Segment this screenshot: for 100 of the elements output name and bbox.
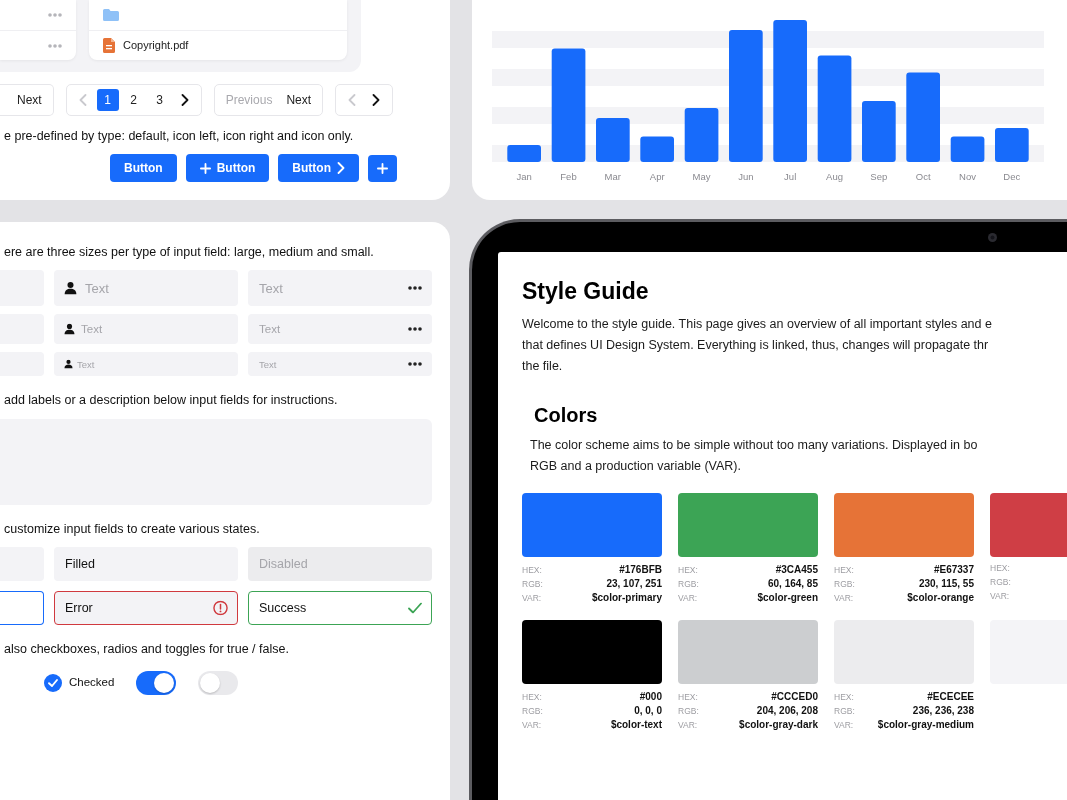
color-value: $color-orange [907, 590, 974, 605]
paragraph-line: the file. [522, 357, 563, 375]
chevron-left-icon [348, 94, 357, 106]
input-field[interactable]: Text [248, 314, 432, 345]
paragraph-line: The color scheme aims to be simple without too many variations. Displayed in bo [530, 436, 978, 454]
axis-label: Mar [604, 171, 621, 182]
color-value: $color-green [757, 590, 818, 605]
swatch-label: HEX: [522, 690, 542, 704]
swatch-label: VAR: [678, 718, 698, 732]
swatch-label: RGB: [990, 575, 1011, 589]
swatch-label: VAR: [990, 589, 1010, 603]
page-number-button[interactable]: 3 [148, 89, 171, 111]
swatch-label: VAR: [678, 591, 698, 605]
input-field[interactable]: Text [54, 314, 238, 345]
swatch-label: RGB: [678, 704, 699, 718]
swatch-label: RGB: [678, 577, 699, 591]
toggle-switch[interactable] [136, 671, 177, 695]
section-heading: Colors [534, 402, 598, 427]
axis-label: Jan [516, 171, 532, 182]
color-value: 23, 107, 251 [606, 576, 662, 591]
swatch-label: HEX: [678, 563, 698, 577]
chart-bar [862, 100, 896, 162]
swatch-label: VAR: [834, 591, 854, 605]
color-value: #CCCED0 [771, 689, 818, 704]
input-field[interactable]: Text [54, 352, 238, 377]
color-value: #3CA455 [775, 562, 818, 577]
description-text: also checkboxes, radios and toggles for true / false. [4, 640, 289, 657]
color-value: $color-primary [591, 590, 662, 605]
chart-bar [596, 118, 630, 162]
swatch-label: RGB: [522, 704, 543, 718]
chevron-right-icon [372, 94, 381, 106]
swatch-label: RGB: [522, 577, 543, 591]
color-value: 236, 236, 238 [912, 703, 974, 718]
input-field[interactable]: Text [248, 270, 432, 307]
swatch-label: HEX: [678, 690, 698, 704]
person-icon [64, 359, 73, 369]
input-field[interactable]: Error [54, 590, 238, 625]
primary-button[interactable]: Button [110, 154, 177, 183]
page-number-button[interactable]: 2 [122, 89, 145, 111]
axis-label: Sep [870, 171, 888, 182]
axis-label: Aug [826, 171, 843, 182]
color-value: #000 [639, 689, 662, 704]
swatch-label: HEX: [834, 690, 854, 704]
chart-bar [995, 127, 1029, 162]
input-field[interactable]: Text [248, 352, 432, 377]
swatch-label: RGB: [834, 704, 855, 718]
dots-icon [48, 43, 62, 48]
checkbox[interactable] [44, 674, 62, 692]
axis-label: May [692, 171, 711, 182]
dots-icon [408, 362, 422, 367]
page-title: Style Guide [522, 278, 649, 306]
file-name[interactable]: Copyright.pdf [123, 37, 189, 54]
swatch-label: VAR: [522, 718, 542, 732]
plus-icon [199, 162, 211, 174]
page-number-button[interactable]: 1 [96, 89, 119, 111]
dots-icon [408, 286, 422, 291]
chevron-right-icon [336, 162, 345, 175]
input-field[interactable]: Filled [54, 546, 238, 581]
axis-label: Apr [649, 171, 665, 182]
input-field[interactable]: Text [54, 270, 238, 307]
person-icon [64, 281, 77, 295]
folder-icon [103, 9, 119, 21]
description-text: add labels or a description below input fields for instructions. [4, 392, 338, 409]
description-text: customize input fields to create various states. [4, 520, 260, 537]
dots-icon [48, 13, 62, 17]
pager-link[interactable]: Next [12, 89, 47, 111]
axis-label: Jun [738, 171, 754, 182]
input-field[interactable]: Success [248, 590, 432, 625]
primary-button[interactable]: Button [278, 154, 359, 183]
dots-icon [408, 327, 422, 332]
chart-bar [640, 136, 674, 162]
paragraph-line: RGB and a production variable (VAR). [530, 457, 741, 475]
swatch-label: VAR: [834, 718, 854, 732]
description-text: ere are three sizes per type of input field: large, medium and small. [4, 244, 374, 261]
primary-button[interactable]: Button [185, 154, 270, 183]
chevron-right-icon [180, 94, 189, 106]
chart-bar [950, 136, 985, 162]
axis-label: Dec [1003, 171, 1021, 182]
chart-bar [684, 108, 719, 162]
toggle-switch[interactable] [198, 671, 239, 695]
swatch-label: HEX: [834, 563, 854, 577]
pager-link[interactable]: Next [281, 89, 317, 111]
color-value: 230, 115, 55 [918, 576, 974, 591]
color-value: 60, 164, 85 [767, 576, 818, 591]
camera-lens-icon [988, 232, 997, 242]
add-button[interactable] [367, 154, 397, 182]
description-text: e pre-defined by type: default, icon left, icon right and icon only. [4, 128, 354, 145]
axis-label: Nov [959, 171, 976, 182]
axis-label: Jul [784, 171, 797, 182]
axis-label: Feb [560, 171, 577, 182]
input-field[interactable] [0, 590, 44, 625]
swatch-label: HEX: [990, 561, 1010, 575]
swatch-label: RGB: [834, 577, 855, 591]
color-value: $color-gray-dark [739, 717, 818, 732]
document-icon [103, 38, 115, 53]
chart-bar [507, 145, 541, 162]
person-icon [64, 323, 75, 335]
color-value: 0, 0, 0 [634, 703, 662, 718]
paragraph-line: that defines UI Design System. Everything is linked, thus, changes will propagate thr [522, 336, 989, 354]
swatch-label: HEX: [522, 563, 542, 577]
